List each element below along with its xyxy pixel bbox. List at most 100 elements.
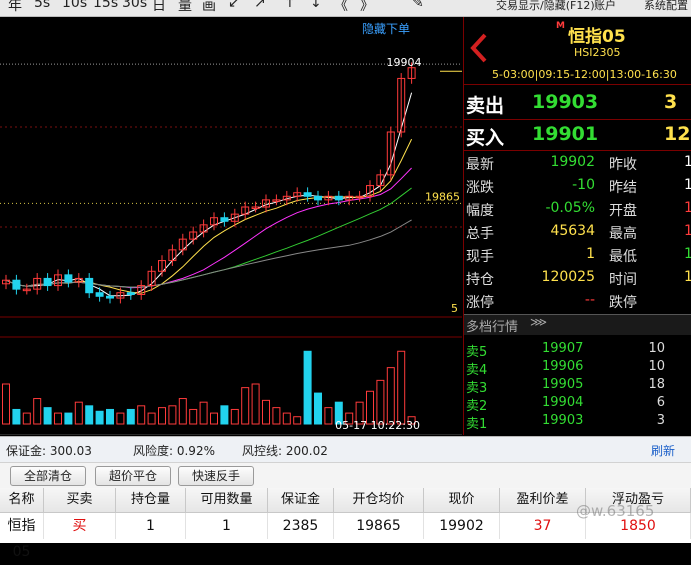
toolbar-item[interactable]: ✎ [412, 0, 424, 11]
volume-bar[interactable] [230, 408, 239, 425]
volume-bar[interactable] [303, 350, 312, 425]
volume-bar[interactable] [54, 412, 62, 425]
volume-bar[interactable] [64, 412, 73, 425]
volume-bar[interactable] [85, 405, 94, 425]
over-price-close-button[interactable]: 超价平仓 [95, 466, 171, 486]
toolbar-item[interactable]: 年 [8, 0, 22, 15]
volume-bar[interactable] [251, 383, 260, 425]
volume-bar[interactable] [210, 412, 218, 425]
volume-bar[interactable] [241, 387, 250, 425]
depth-header[interactable]: 多档行情 ⋙ [464, 314, 691, 335]
volume-bar[interactable] [386, 367, 395, 425]
volume-bar[interactable] [74, 401, 83, 425]
quote-field-label: 涨跌 [466, 180, 494, 196]
toolbar-link[interactable]: 系统配置 [644, 0, 688, 13]
hide-ticket-link[interactable]: 隐藏下单 [362, 20, 410, 37]
toolbar-item[interactable]: 5s [34, 0, 50, 11]
volume-bar[interactable] [137, 405, 146, 425]
toolbar-item[interactable]: 《 [334, 0, 348, 15]
candle-body[interactable] [95, 292, 104, 297]
quote-field-value: 19 [684, 154, 691, 170]
volume-bar[interactable] [95, 410, 104, 425]
candle-body[interactable] [314, 195, 322, 201]
toolbar-item[interactable]: ↙ [228, 0, 240, 11]
toolbar-item[interactable]: 画 [202, 0, 216, 15]
quick-reverse-button[interactable]: 快速反手 [178, 466, 254, 486]
volume-bar[interactable] [324, 407, 333, 425]
volume-bar[interactable] [189, 408, 198, 425]
column-header[interactable]: 买卖 [44, 488, 116, 513]
quote-field-value: 1 [586, 246, 595, 262]
volume-bar[interactable] [220, 405, 229, 425]
volume-bar[interactable] [282, 412, 291, 425]
toolbar-item[interactable]: 30s [122, 0, 147, 11]
volume-bar[interactable] [2, 383, 10, 425]
volume-bar[interactable] [33, 398, 42, 425]
volume-bar[interactable] [22, 412, 31, 425]
column-header[interactable]: 现价 [424, 488, 500, 513]
depth-level-label: 卖2 [466, 399, 488, 414]
quote-field-label: 昨结 [609, 180, 637, 196]
toolbar-item[interactable]: ↑ [284, 0, 296, 11]
toolbar-link[interactable]: 交易显示/隐藏(F12) [496, 0, 595, 13]
column-header[interactable]: 盈利价差 [500, 488, 586, 513]
volume-bar[interactable] [43, 407, 52, 425]
toolbar-link[interactable]: 账户 [594, 0, 616, 13]
volume-bar[interactable] [272, 407, 281, 425]
volume-bar[interactable] [376, 379, 385, 425]
column-header[interactable]: 名称 [0, 488, 44, 513]
double-chevron-down-icon[interactable]: ⋙ [530, 315, 547, 329]
toolbar-item[interactable]: ↗ [254, 0, 266, 11]
volume-bar[interactable] [199, 401, 208, 425]
depth-qty: 18 [648, 377, 665, 392]
column-header[interactable]: 可用数量 [186, 488, 268, 513]
toolbar-item[interactable]: 量 [178, 0, 192, 15]
ma-line-yellow [5, 138, 413, 294]
candle-body[interactable] [106, 295, 114, 299]
volume-bar[interactable] [116, 412, 125, 425]
column-header[interactable]: 开仓均价 [334, 488, 424, 513]
volume-bar[interactable] [262, 399, 270, 425]
close-all-button[interactable]: 全部清仓 [10, 466, 86, 486]
sell-price[interactable]: 19903 [532, 91, 598, 113]
volume-bar[interactable] [293, 416, 302, 425]
candle-body[interactable] [85, 277, 94, 294]
toolbar-item[interactable]: 》 [360, 0, 374, 15]
column-header[interactable]: 持仓量 [116, 488, 186, 513]
volume-bar[interactable] [178, 398, 187, 425]
candle-body[interactable] [43, 277, 52, 287]
account-status-bar: 保证金: 300.03 风险度: 0.92% 风控线: 200.02 刷新 [0, 436, 691, 463]
volume-bar[interactable] [158, 407, 166, 425]
back-arrow-icon[interactable] [468, 33, 490, 63]
refresh-link[interactable]: 刷新 [651, 442, 675, 459]
volume-bar[interactable] [106, 408, 114, 425]
buy-price[interactable]: 19901 [532, 123, 598, 145]
toolbar-item[interactable]: 15s [93, 0, 118, 11]
volume-bar[interactable] [168, 405, 177, 425]
cursor-timestamp: 05-17 10:22:30 [335, 419, 420, 432]
candle-body[interactable] [303, 192, 312, 197]
toolbar-item[interactable]: 10s [62, 0, 87, 11]
candle-body[interactable] [126, 292, 135, 296]
depth-price: 19907 [542, 341, 584, 356]
table-cell: 1 [116, 513, 186, 539]
volume-bar[interactable] [397, 350, 406, 425]
ma-line-white [5, 92, 413, 297]
candle-body[interactable] [220, 217, 229, 222]
column-header[interactable]: 保证金 [268, 488, 334, 513]
kline-chart[interactable]: 19904 19865 5 05-17 10:22:30 隐藏下单 [0, 17, 462, 435]
action-button-bar: 全部清仓 超价平仓 快速反手 [0, 462, 691, 489]
candle-body[interactable] [334, 195, 343, 201]
toolbar-item[interactable]: ↓ [310, 0, 322, 11]
toolbar-item[interactable]: 日 [152, 0, 166, 15]
candle-body[interactable] [12, 279, 21, 290]
volume-bar[interactable] [126, 408, 135, 425]
candle-body[interactable] [64, 274, 73, 283]
chart-canvas[interactable]: 19904 19865 5 05-17 10:22:30 [0, 17, 462, 435]
quote-field-value: 19 [684, 223, 691, 239]
volume-bar[interactable] [12, 408, 21, 425]
table-cell: 37 [500, 513, 586, 539]
quote-field-label: 幅度 [466, 203, 494, 219]
volume-bar[interactable] [147, 412, 156, 425]
volume-bar[interactable] [314, 392, 322, 425]
